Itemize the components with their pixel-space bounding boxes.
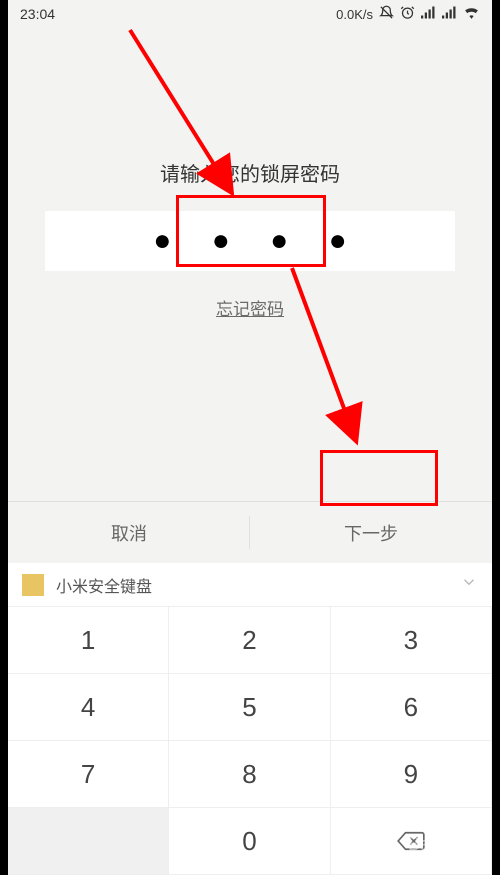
key-5[interactable]: 5 xyxy=(169,674,330,741)
wifi-icon xyxy=(463,6,480,22)
alarm-icon xyxy=(400,5,415,23)
status-time: 23:04 xyxy=(20,6,55,22)
keyboard-header: 小米安全键盘 xyxy=(8,563,492,607)
key-0[interactable]: 0 xyxy=(169,808,330,875)
keyboard-title: 小米安全键盘 xyxy=(56,573,152,597)
key-9[interactable]: 9 xyxy=(331,741,492,808)
dnd-icon xyxy=(379,5,394,23)
key-blank xyxy=(8,808,169,875)
watermark-url: jingyan.baidu.com xyxy=(401,856,490,869)
keyboard-app-icon xyxy=(22,574,44,596)
signal2-icon xyxy=(442,6,457,22)
chevron-down-icon[interactable] xyxy=(460,573,478,596)
status-bar: 23:04 0.0K/s xyxy=(8,0,492,28)
key-8[interactable]: 8 xyxy=(169,741,330,808)
action-bar: 取消 下一步 xyxy=(8,501,492,563)
cancel-button[interactable]: 取消 xyxy=(8,502,250,563)
signal-icon xyxy=(421,6,436,22)
main-content: 请输入您的锁屏密码 ● ● ● ● 忘记密码 xyxy=(8,28,492,501)
password-prompt: 请输入您的锁屏密码 xyxy=(160,158,340,187)
key-4[interactable]: 4 xyxy=(8,674,169,741)
next-button[interactable]: 下一步 xyxy=(250,502,492,563)
watermark-brand: Baidu经验 xyxy=(401,834,490,856)
password-input[interactable]: ● ● ● ● xyxy=(45,211,455,271)
key-6[interactable]: 6 xyxy=(331,674,492,741)
status-icons: 0.0K/s xyxy=(336,5,480,23)
key-7[interactable]: 7 xyxy=(8,741,169,808)
key-2[interactable]: 2 xyxy=(169,607,330,674)
watermark: Baidu经验 jingyan.baidu.com xyxy=(401,834,490,869)
network-speed: 0.0K/s xyxy=(336,7,373,22)
password-dots: ● ● ● ● xyxy=(137,224,363,258)
key-1[interactable]: 1 xyxy=(8,607,169,674)
forgot-password-link[interactable]: 忘记密码 xyxy=(216,295,284,320)
key-3[interactable]: 3 xyxy=(331,607,492,674)
